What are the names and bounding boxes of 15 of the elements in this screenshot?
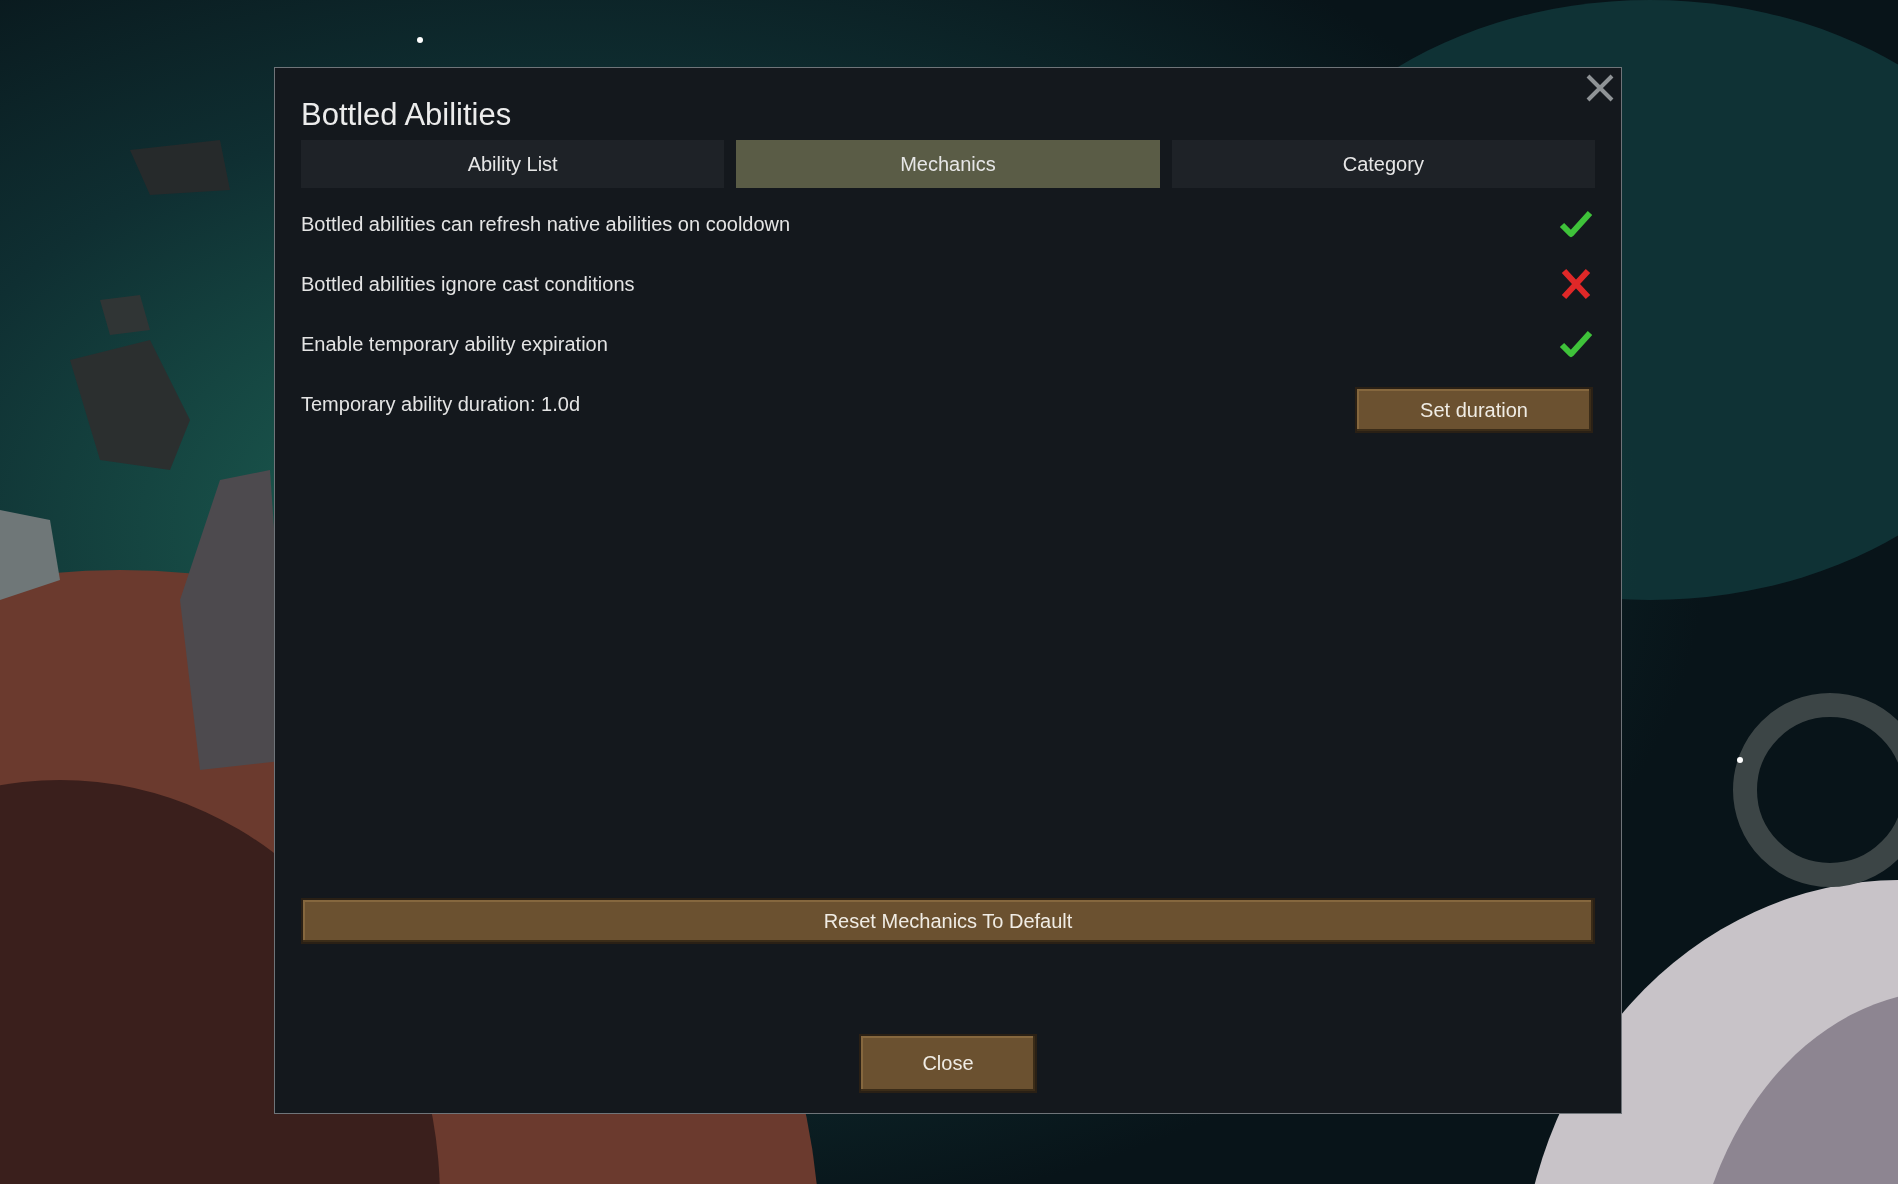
checkmark-icon[interactable] [1559, 208, 1593, 240]
cross-icon[interactable] [1559, 268, 1593, 300]
dialog-title: Bottled Abilities [301, 96, 513, 134]
setting-label: Enable temporary ability expiration [301, 332, 608, 356]
checkmark-icon[interactable] [1559, 328, 1593, 360]
setting-label: Bottled abilities ignore cast conditions [301, 272, 635, 296]
setting-label: Temporary ability duration: 1.0d [301, 392, 581, 416]
tab[interactable]: Mechanics [736, 140, 1160, 188]
close-icon[interactable] [1585, 73, 1615, 103]
tab[interactable]: Ability List [301, 140, 725, 188]
set-duration-button[interactable]: Set duration [1355, 387, 1593, 433]
close-button[interactable]: Close [859, 1034, 1037, 1093]
setting-label: Bottled abilities can refresh native abilities on cooldown [301, 212, 791, 236]
reset-button[interactable]: Reset Mechanics To Default [301, 898, 1595, 944]
tab[interactable]: Category [1171, 140, 1595, 188]
